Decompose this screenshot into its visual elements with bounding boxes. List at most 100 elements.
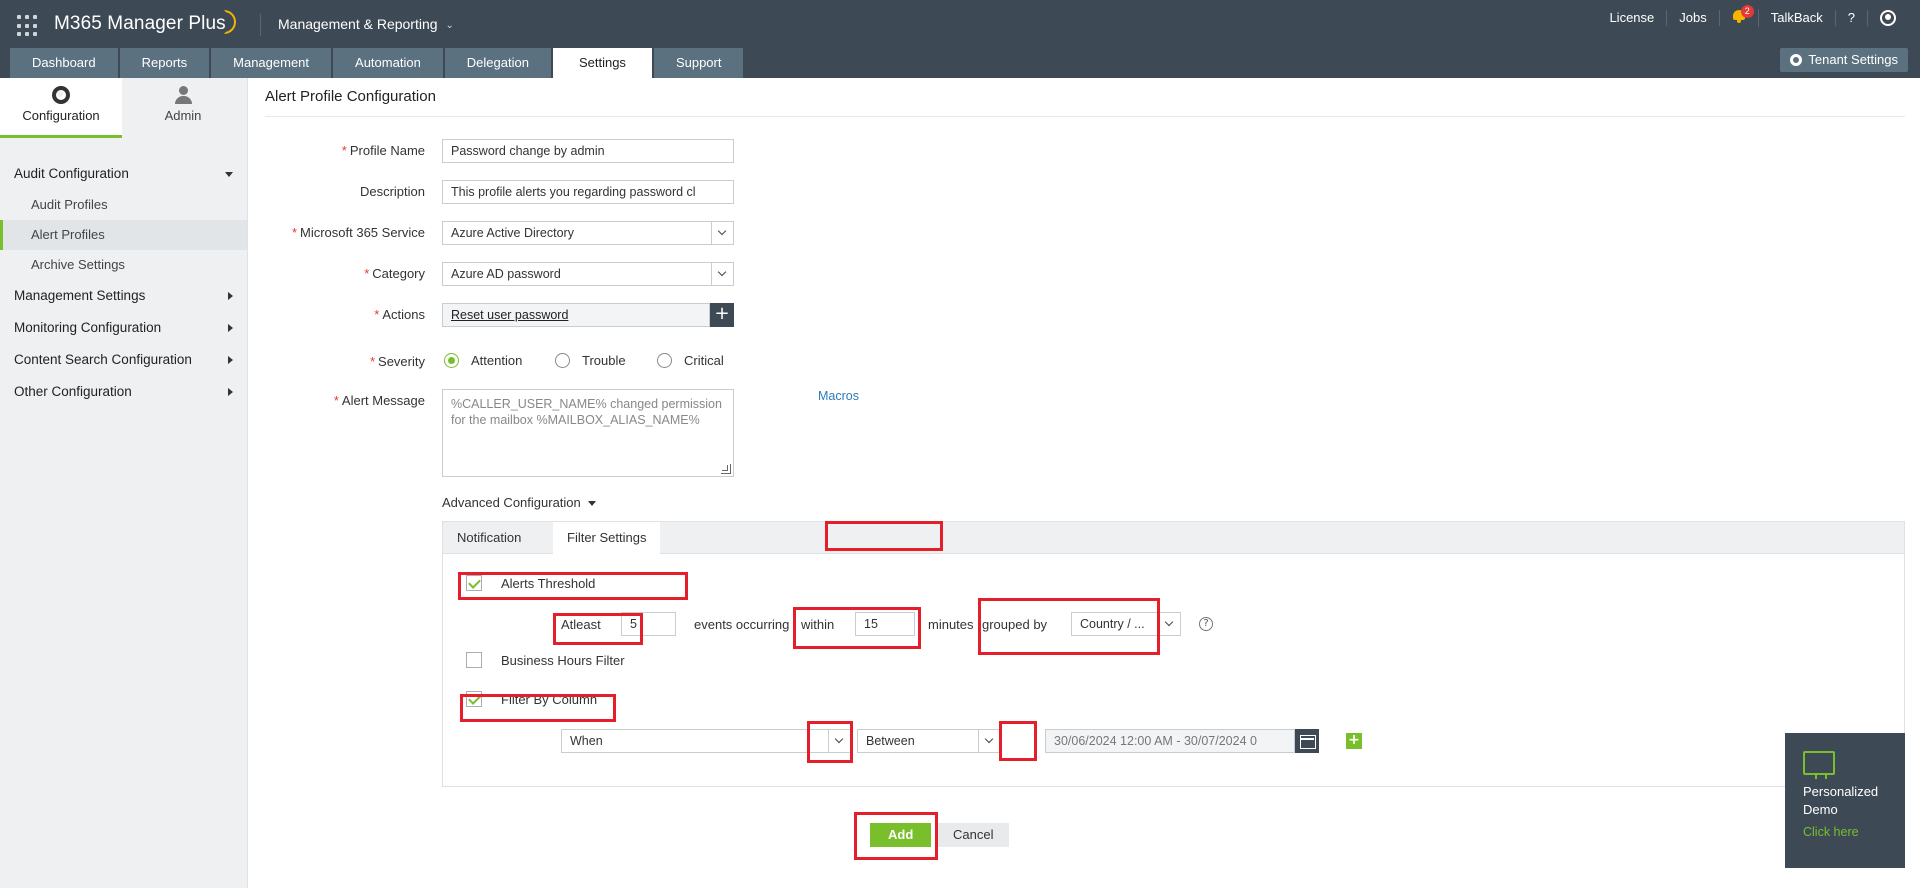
page-title: Alert Profile Configuration xyxy=(265,88,436,105)
radio-icon xyxy=(555,353,570,368)
profile-name-label: * Profile Name xyxy=(341,143,425,158)
app-grid-icon[interactable] xyxy=(17,15,39,37)
add-action-button[interactable]: + xyxy=(710,303,734,327)
alerts-threshold-checkbox[interactable] xyxy=(466,575,482,591)
resize-handle-icon[interactable] xyxy=(721,464,731,474)
radio-selected-icon xyxy=(444,353,459,368)
filter-by-column-label: Filter By Column xyxy=(501,692,598,707)
sidebar-tabs: Configuration Admin xyxy=(0,78,247,138)
tab-filter-settings[interactable]: Filter Settings xyxy=(553,522,661,554)
severity-critical-radio[interactable]: Critical xyxy=(657,353,724,368)
alert-message-textarea[interactable]: %CALLER_USER_NAME% changed permission fo… xyxy=(442,389,734,477)
sidebar-item-label: Audit Configuration xyxy=(14,166,129,181)
chevron-down-icon: ⌄ xyxy=(445,20,454,31)
nav-tab-dashboard[interactable]: Dashboard xyxy=(10,48,118,78)
user-menu[interactable] xyxy=(1868,10,1908,27)
atleast-input[interactable]: 5 xyxy=(621,612,676,636)
main-nav: Dashboard Reports Management Automation … xyxy=(10,48,745,78)
sidebar-item-monitoring-configuration[interactable]: Monitoring Configuration xyxy=(0,312,247,344)
category-select[interactable]: Azure AD password xyxy=(442,262,734,286)
calendar-icon[interactable] xyxy=(1295,729,1319,753)
add-filter-row-button[interactable]: + xyxy=(1346,733,1362,749)
top-bar: M365 Manager Plus Management & Reporting… xyxy=(0,0,1920,78)
help-icon[interactable]: ? xyxy=(1199,617,1213,631)
nav-tab-management[interactable]: Management xyxy=(211,48,332,78)
tab-notification[interactable]: Notification xyxy=(443,522,535,553)
user-avatar-icon xyxy=(1880,10,1896,27)
nav-tab-automation[interactable]: Automation xyxy=(333,48,443,78)
sidebar-item-audit-profiles[interactable]: Audit Profiles xyxy=(0,190,247,220)
profile-name-input[interactable]: Password change by admin xyxy=(442,139,734,163)
nav-tab-delegation[interactable]: Delegation xyxy=(444,48,551,78)
service-select[interactable]: Azure Active Directory xyxy=(442,221,734,245)
gear-icon xyxy=(52,86,70,104)
severity-trouble-radio[interactable]: Trouble xyxy=(555,353,626,368)
business-hours-label: Business Hours Filter xyxy=(501,653,625,668)
filter-operator-value: Between xyxy=(866,734,915,748)
filter-by-column-checkbox[interactable] xyxy=(466,691,482,707)
description-label: Description xyxy=(359,184,425,199)
sidebar-item-other-configuration[interactable]: Other Configuration xyxy=(0,376,247,408)
chevron-down-icon xyxy=(1158,613,1180,635)
minutes-label: minutes xyxy=(928,617,974,632)
filter-operator-select[interactable]: Between xyxy=(857,729,1001,753)
license-link[interactable]: License xyxy=(1597,10,1668,26)
actions-field: Reset user password xyxy=(442,303,710,327)
description-input[interactable]: This profile alerts you regarding passwo… xyxy=(442,180,734,204)
business-hours-checkbox[interactable] xyxy=(466,652,482,668)
category-label: * Category xyxy=(364,266,425,281)
workspace-switcher[interactable]: Management & Reporting ⌄ xyxy=(278,16,454,32)
sidebar-tab-configuration[interactable]: Configuration xyxy=(0,78,122,138)
add-button[interactable]: Add xyxy=(870,823,932,847)
sidebar-item-audit-configuration[interactable]: Audit Configuration xyxy=(0,158,247,190)
sidebar-item-label: Other Configuration xyxy=(14,384,132,399)
alert-message-label: * Alert Message xyxy=(333,393,425,408)
monitor-icon xyxy=(1803,751,1835,779)
action-link-reset-password[interactable]: Reset user password xyxy=(451,308,568,322)
sidebar-menu: Audit Configuration Audit Profiles Alert… xyxy=(0,138,247,408)
sidebar-tab-label: Configuration xyxy=(22,108,100,123)
gear-icon xyxy=(1790,54,1803,66)
sidebar-item-content-search-configuration[interactable]: Content Search Configuration xyxy=(0,344,247,376)
caret-down-icon xyxy=(587,501,596,507)
sidebar-tab-label: Admin xyxy=(164,108,202,123)
within-minutes-input[interactable]: 15 xyxy=(855,612,915,636)
cancel-button[interactable]: Cancel xyxy=(937,823,1010,847)
sidebar-item-label: Management Settings xyxy=(14,288,146,303)
service-label: * Microsoft 365 Service xyxy=(291,225,425,240)
tenant-settings-button[interactable]: Tenant Settings xyxy=(1780,48,1908,72)
sidebar-item-management-settings[interactable]: Management Settings xyxy=(0,280,247,312)
alerts-threshold-label: Alerts Threshold xyxy=(501,576,596,591)
filter-column-select[interactable]: When xyxy=(561,729,851,753)
nav-tab-settings[interactable]: Settings xyxy=(552,48,652,78)
jobs-link[interactable]: Jobs xyxy=(1667,10,1720,26)
filter-column-value: When xyxy=(570,734,603,748)
brand-logo-icon xyxy=(224,10,236,34)
sidebar-item-label: Monitoring Configuration xyxy=(14,320,162,335)
advanced-panel: Notification Filter Settings Alerts Thre… xyxy=(442,521,1905,787)
category-select-value: Azure AD password xyxy=(451,267,561,281)
radio-icon xyxy=(657,353,672,368)
chevron-down-icon xyxy=(978,730,1000,752)
advanced-configuration-toggle[interactable]: Advanced Configuration xyxy=(442,495,596,510)
help-link[interactable]: ? xyxy=(1836,10,1868,26)
nav-tab-reports[interactable]: Reports xyxy=(119,48,210,78)
macros-link[interactable]: Macros xyxy=(818,389,859,403)
severity-attention-radio[interactable]: Attention xyxy=(444,353,522,368)
sidebar-tab-admin[interactable]: Admin xyxy=(122,78,244,138)
grouped-by-select[interactable]: Country / ... xyxy=(1071,612,1181,636)
title-divider xyxy=(265,116,1905,117)
caret-right-icon xyxy=(228,324,233,332)
demo-click-here-link[interactable]: Click here xyxy=(1803,825,1905,839)
sidebar-item-archive-settings[interactable]: Archive Settings xyxy=(0,250,247,280)
nav-tab-support[interactable]: Support xyxy=(653,48,744,78)
service-select-value: Azure Active Directory xyxy=(451,226,574,240)
tenant-settings-label: Tenant Settings xyxy=(1808,52,1898,67)
app-title: M365 Manager Plus xyxy=(54,13,226,34)
sidebar-item-alert-profiles[interactable]: Alert Profiles xyxy=(0,220,247,250)
talkback-link[interactable]: TalkBack xyxy=(1759,10,1836,26)
personalized-demo-widget[interactable]: Personalized Demo Click here xyxy=(1785,733,1905,868)
chevron-down-icon xyxy=(828,730,850,752)
notifications-button[interactable]: 2 xyxy=(1720,5,1759,27)
date-range-input[interactable]: 30/06/2024 12:00 AM - 30/07/2024 0 xyxy=(1045,729,1295,753)
